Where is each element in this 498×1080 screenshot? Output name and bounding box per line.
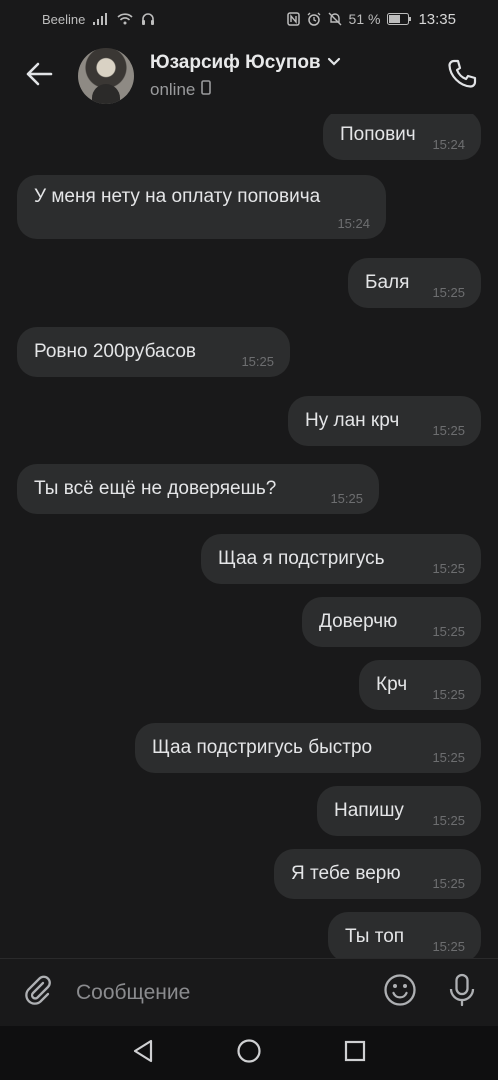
message-time: 15:25 <box>432 876 465 891</box>
emoji-button[interactable] <box>368 959 432 1027</box>
headset-icon <box>141 12 155 26</box>
battery-icon <box>387 13 412 25</box>
status-left: Beeline <box>42 12 155 27</box>
clock: 13:35 <box>418 10 456 28</box>
message-time: 15:25 <box>330 491 363 506</box>
chevron-down-icon <box>327 54 341 72</box>
message-bubble-outgoing[interactable]: Я тебе верю 15:25 <box>274 849 481 899</box>
triangle-back-icon <box>132 1039 154 1068</box>
message-bubble-outgoing[interactable]: Напишу 15:25 <box>317 786 481 836</box>
message-text: Щаа я подстригусь <box>218 548 385 569</box>
message-text: Доверчю <box>319 611 398 632</box>
nav-recents-button[interactable] <box>302 1026 408 1080</box>
avatar[interactable] <box>78 48 134 104</box>
call-button[interactable] <box>426 38 498 114</box>
message-bubble-outgoing[interactable]: Баля 15:25 <box>348 258 481 308</box>
wifi-icon <box>117 13 133 25</box>
message-bubble-incoming[interactable]: У меня нету на оплату поповича 15:24 <box>17 175 386 239</box>
attach-button[interactable] <box>0 959 76 1027</box>
message-bubble-incoming[interactable]: Ты всё ещё не доверяешь? 15:25 <box>17 464 379 514</box>
contact-status-row: online <box>150 80 341 100</box>
message-time: 15:24 <box>337 216 370 231</box>
message-bubble-outgoing[interactable]: Крч 15:25 <box>359 660 481 710</box>
battery-percent: 51 % <box>348 11 381 27</box>
message-bubble-outgoing[interactable]: Ты топ 15:25 <box>328 912 481 958</box>
message-time: 15:24 <box>432 137 465 152</box>
system-navigation-bar <box>0 1026 498 1080</box>
message-time: 15:25 <box>432 624 465 639</box>
alarm-icon <box>307 12 321 26</box>
message-text: У меня нету на оплату поповича <box>34 186 321 207</box>
message-text: Ровно 200рубасов <box>34 341 196 362</box>
message-time: 15:25 <box>432 423 465 438</box>
nfc-icon <box>286 12 300 26</box>
message-time: 15:25 <box>432 561 465 576</box>
message-bubble-outgoing[interactable]: Доверчю 15:25 <box>302 597 481 647</box>
message-text: Ну лан крч <box>305 410 400 431</box>
message-bubble-outgoing[interactable]: Ну лан крч 15:25 <box>288 396 481 446</box>
back-button[interactable] <box>0 38 78 114</box>
message-time: 15:25 <box>432 939 465 954</box>
message-text: Напишу <box>334 800 404 821</box>
nav-home-button[interactable] <box>196 1026 302 1080</box>
message-input[interactable] <box>76 970 368 1015</box>
message-text: Я тебе верю <box>291 863 401 884</box>
signal-icon <box>93 13 109 25</box>
message-time: 15:25 <box>432 750 465 765</box>
contact-status: online <box>150 80 196 99</box>
carrier-label: Beeline <box>42 11 86 27</box>
message-text: Ты всё ещё не доверяешь? <box>34 478 277 499</box>
status-right: 51 % 13:35 <box>286 10 456 28</box>
contact-name-row: Юзарсиф Юсупов <box>150 52 341 74</box>
circle-home-icon <box>236 1038 262 1069</box>
message-text: Щаа подстригусь быстро <box>152 737 373 758</box>
message-text: Попович <box>340 124 416 145</box>
message-text: Баля <box>365 272 410 293</box>
message-text: Крч <box>376 674 408 695</box>
message-list[interactable]: Попович 15:24 У меня нету на оплату попо… <box>0 114 498 958</box>
mobile-phone-icon <box>201 80 212 100</box>
arrow-left-icon <box>25 62 53 91</box>
message-time: 15:25 <box>432 285 465 300</box>
message-bubble-incoming[interactable]: Ровно 200рубасов 15:25 <box>17 327 290 377</box>
message-text: Ты топ <box>345 926 405 947</box>
square-recents-icon <box>344 1040 366 1067</box>
message-time: 15:25 <box>432 687 465 702</box>
message-bubble-outgoing[interactable]: Щаа подстригусь быстро 15:25 <box>135 723 481 773</box>
message-composer <box>0 958 498 1026</box>
nav-back-button[interactable] <box>90 1026 196 1080</box>
status-bar: Beeline 51 % 13:35 <box>0 0 498 38</box>
message-time: 15:25 <box>241 354 274 369</box>
message-time: 15:25 <box>432 813 465 828</box>
contact-info[interactable]: Юзарсиф Юсупов online <box>150 52 341 100</box>
microphone-icon <box>447 973 477 1012</box>
message-bubble-outgoing[interactable]: Щаа я подстригусь 15:25 <box>201 534 481 584</box>
smile-icon <box>383 973 417 1012</box>
contact-name: Юзарсиф Юсупов <box>150 52 321 73</box>
mute-bell-icon <box>328 12 342 26</box>
phone-icon <box>446 58 478 95</box>
voice-message-button[interactable] <box>432 959 492 1027</box>
message-bubble-outgoing[interactable]: Попович 15:24 <box>323 114 481 160</box>
paperclip-icon <box>22 974 54 1011</box>
chat-header: Юзарсиф Юсупов online <box>0 38 498 114</box>
